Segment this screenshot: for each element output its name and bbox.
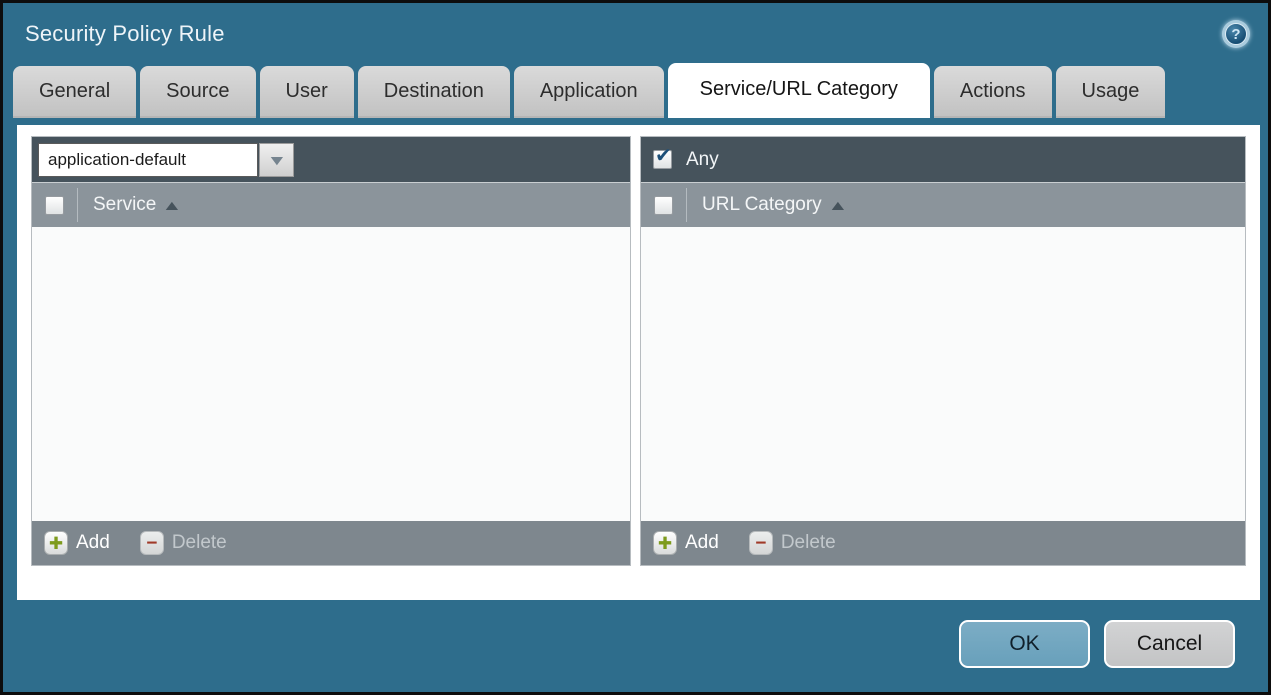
tab-general[interactable]: General — [13, 66, 137, 118]
service-type-dropdown-value[interactable]: application-default — [38, 142, 258, 177]
service-select-all-cell — [32, 195, 77, 215]
delete-service-label: Delete — [171, 532, 227, 553]
tab-content: application-default ▼ Service ▲ ✚ Add − … — [17, 125, 1260, 600]
dialog-title: Security Policy Rule — [25, 21, 225, 46]
service-footer: ✚ Add − Delete — [32, 521, 630, 565]
add-url-category-label: Add — [685, 532, 719, 553]
tab-actions[interactable]: Actions — [933, 66, 1052, 118]
plus-icon: ✚ — [657, 533, 673, 553]
help-button[interactable]: ? — [1222, 20, 1250, 48]
security-policy-rule-dialog: Security Policy Rule ? General Source Us… — [0, 0, 1271, 695]
tab-source[interactable]: Source — [140, 66, 256, 118]
titlebar: Security Policy Rule ? — [3, 3, 1268, 65]
service-select-all-checkbox[interactable] — [45, 195, 64, 215]
help-icon: ? — [1225, 23, 1247, 45]
delete-service-button[interactable]: − Delete — [139, 531, 227, 555]
tab-destination[interactable]: Destination — [357, 66, 510, 118]
service-topbar: application-default ▼ — [32, 137, 630, 182]
ok-button[interactable]: OK — [959, 620, 1090, 668]
url-category-column-header-row: URL Category ▲ — [641, 182, 1245, 227]
service-column-header[interactable]: Service — [78, 194, 156, 216]
service-type-dropdown[interactable]: application-default ▼ — [38, 142, 294, 177]
service-type-dropdown-button[interactable]: ▼ — [259, 142, 294, 177]
check-icon: ✔ — [655, 145, 672, 167]
minus-icon: − — [146, 532, 158, 554]
service-column-header-row: Service ▲ — [32, 182, 630, 227]
tab-application[interactable]: Application — [513, 66, 664, 118]
chevron-down-icon: ▼ — [266, 151, 287, 168]
sort-ascending-icon: ▲ — [161, 197, 183, 213]
any-checkbox-box: ✔ — [653, 145, 672, 169]
url-category-select-all-cell — [641, 195, 686, 215]
delete-url-category-label: Delete — [780, 532, 836, 553]
url-category-footer: ✚ Add − Delete — [641, 521, 1245, 565]
tab-service-url-category[interactable]: Service/URL Category — [667, 63, 930, 118]
add-service-label: Add — [76, 532, 110, 553]
any-checkbox[interactable]: ✔ Any — [647, 145, 719, 171]
cancel-button[interactable]: Cancel — [1104, 620, 1235, 668]
url-category-list — [641, 227, 1245, 521]
tab-user[interactable]: User — [259, 66, 354, 118]
url-category-column-header[interactable]: URL Category — [687, 194, 822, 216]
service-panel: application-default ▼ Service ▲ ✚ Add − … — [31, 136, 631, 566]
add-service-button[interactable]: ✚ Add — [44, 531, 110, 555]
url-category-select-all-checkbox[interactable] — [654, 195, 673, 215]
url-category-topbar: ✔ Any — [641, 137, 1245, 182]
dialog-actions: OK Cancel — [959, 620, 1235, 668]
url-category-panel: ✔ Any URL Category ▲ ✚ Add − Delete — [640, 136, 1246, 566]
tab-bar: General Source User Destination Applicat… — [3, 63, 1268, 118]
sort-ascending-icon: ▲ — [827, 197, 849, 213]
any-checkbox-label: Any — [686, 148, 719, 170]
plus-icon: ✚ — [48, 533, 64, 553]
add-url-category-button[interactable]: ✚ Add — [653, 531, 719, 555]
service-list — [32, 227, 630, 521]
minus-icon: − — [755, 532, 767, 554]
delete-url-category-button[interactable]: − Delete — [748, 531, 836, 555]
tab-usage[interactable]: Usage — [1055, 66, 1166, 118]
